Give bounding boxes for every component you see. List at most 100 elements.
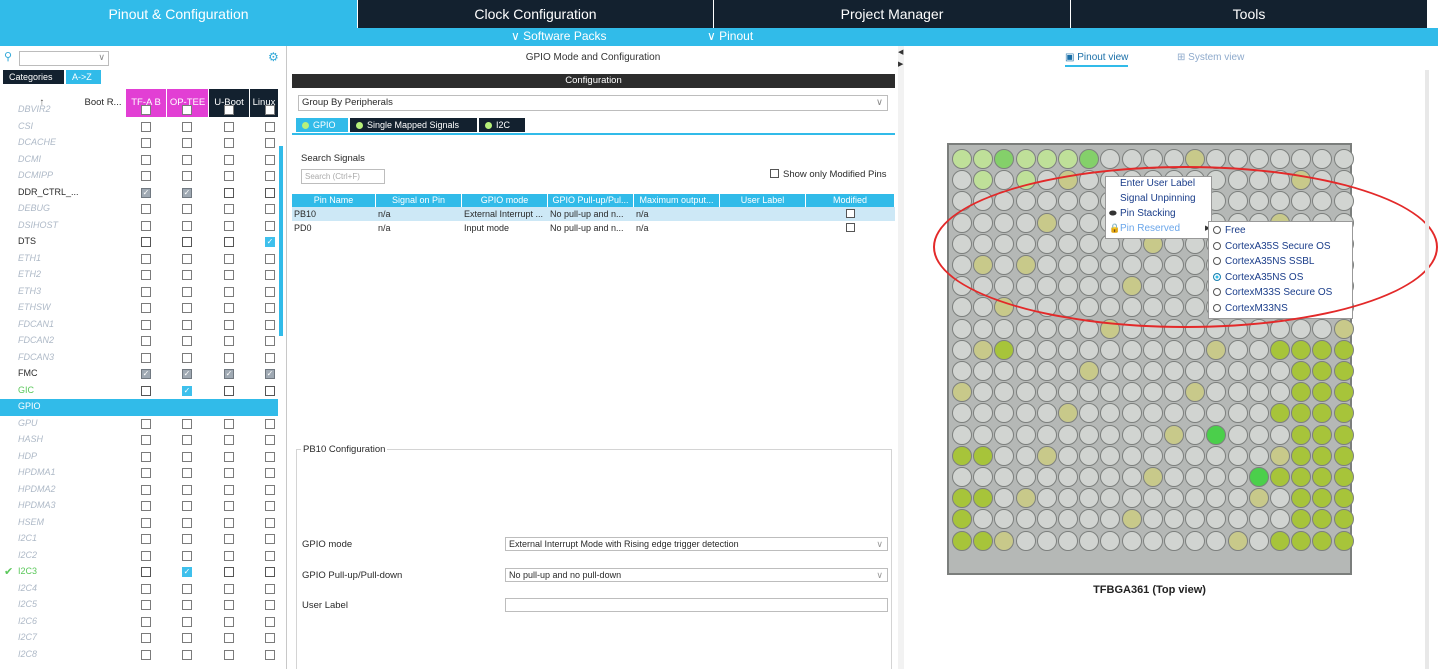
chip-pin[interactable] bbox=[1015, 424, 1036, 445]
context-checkbox[interactable] bbox=[141, 418, 151, 429]
chip-pin[interactable] bbox=[1142, 361, 1163, 381]
tab-pinout-view[interactable]: ▣ Pinout view bbox=[1065, 52, 1129, 67]
category-row[interactable]: ETH2 bbox=[0, 267, 278, 284]
category-row[interactable]: I2C1 bbox=[0, 531, 278, 548]
chip-pin[interactable] bbox=[994, 488, 1015, 509]
category-row[interactable]: HPDMA2 bbox=[0, 482, 278, 499]
context-checkbox[interactable] bbox=[265, 154, 275, 165]
chip-pin[interactable] bbox=[1036, 339, 1057, 360]
context-checkbox[interactable] bbox=[265, 220, 275, 231]
chip-pin[interactable] bbox=[1079, 339, 1100, 360]
context-checkbox[interactable] bbox=[224, 633, 234, 643]
chip-pin[interactable] bbox=[1291, 403, 1312, 424]
category-row[interactable]: FDCAN1 bbox=[0, 317, 278, 334]
pin-table-header-cell[interactable]: User Label bbox=[720, 194, 806, 207]
chip-pin[interactable] bbox=[1333, 509, 1354, 530]
context-checkbox[interactable] bbox=[182, 121, 192, 132]
chip-pin[interactable] bbox=[1036, 445, 1057, 466]
chip-pin[interactable] bbox=[1121, 445, 1142, 466]
chip-pin[interactable] bbox=[1100, 382, 1121, 403]
pin-table-header-cell[interactable]: Maximum output... bbox=[634, 194, 720, 207]
context-checkbox[interactable] bbox=[224, 567, 234, 577]
chip-pin[interactable] bbox=[1142, 424, 1163, 445]
context-checkbox[interactable] bbox=[224, 171, 234, 181]
category-row[interactable]: CSI bbox=[0, 119, 278, 136]
context-checkbox[interactable] bbox=[265, 550, 275, 561]
chip-pin[interactable] bbox=[952, 339, 972, 360]
category-row[interactable]: I2C6 bbox=[0, 614, 278, 631]
chip-pin[interactable] bbox=[1291, 318, 1312, 339]
context-checkbox[interactable] bbox=[182, 253, 192, 264]
software-packs-menu[interactable]: ∨ Software Packs bbox=[511, 29, 607, 43]
chip-pin[interactable] bbox=[1058, 318, 1078, 339]
context-checkbox[interactable] bbox=[224, 352, 234, 363]
chip-pin[interactable] bbox=[1058, 467, 1078, 487]
category-row[interactable]: DBVIR2 bbox=[0, 102, 278, 119]
chip-pin[interactable] bbox=[1270, 361, 1290, 381]
context-checkbox[interactable] bbox=[141, 517, 151, 528]
chip-pin[interactable] bbox=[1185, 445, 1206, 466]
context-checkbox[interactable] bbox=[141, 303, 151, 313]
chip-pin[interactable] bbox=[1142, 445, 1163, 466]
category-row[interactable]: I2C4 bbox=[0, 581, 278, 598]
chip-pin[interactable] bbox=[994, 149, 1015, 169]
chip-pin[interactable] bbox=[973, 170, 994, 191]
chip-pin[interactable] bbox=[1270, 424, 1290, 445]
category-row[interactable]: ETH3 bbox=[0, 284, 278, 301]
category-search-select[interactable]: ∨ bbox=[19, 51, 109, 66]
chip-pin[interactable] bbox=[1270, 488, 1290, 509]
chip-pin[interactable] bbox=[1248, 467, 1269, 487]
context-checkbox[interactable] bbox=[224, 303, 234, 313]
chip-pin[interactable] bbox=[952, 488, 972, 509]
context-checkbox[interactable] bbox=[182, 270, 192, 280]
chip-pin[interactable] bbox=[1142, 339, 1163, 360]
chip-pin[interactable] bbox=[1333, 361, 1354, 381]
context-checkbox[interactable] bbox=[224, 600, 234, 610]
context-checkbox[interactable]: ✓ bbox=[265, 369, 275, 379]
chip-pin[interactable] bbox=[952, 424, 972, 445]
chip-pin[interactable] bbox=[1100, 445, 1121, 466]
context-checkbox[interactable] bbox=[265, 319, 275, 330]
gpio-mode-select[interactable]: External Interrupt Mode with Rising edge… bbox=[505, 537, 888, 551]
chip-pin[interactable] bbox=[1015, 403, 1036, 424]
chip-pin[interactable] bbox=[1164, 339, 1184, 360]
context-checkbox[interactable] bbox=[224, 286, 234, 297]
chip-pin[interactable] bbox=[1121, 488, 1142, 509]
context-checkbox[interactable] bbox=[224, 204, 234, 214]
chip-pin[interactable] bbox=[1079, 382, 1100, 403]
context-checkbox[interactable] bbox=[141, 138, 151, 148]
chip-pin[interactable] bbox=[973, 509, 994, 530]
pinout-menu[interactable]: ∨ Pinout bbox=[707, 29, 753, 43]
chip-pin[interactable] bbox=[1312, 424, 1333, 445]
category-row[interactable]: I2C8 bbox=[0, 647, 278, 664]
chip-pin[interactable] bbox=[1164, 467, 1184, 487]
chip-pin[interactable] bbox=[1079, 403, 1100, 424]
context-checkbox[interactable] bbox=[141, 171, 151, 181]
context-checkbox[interactable] bbox=[141, 550, 151, 561]
chip-pin[interactable] bbox=[1079, 445, 1100, 466]
category-row[interactable]: HPDMA3 bbox=[0, 498, 278, 515]
tab-categories[interactable]: Categories bbox=[3, 70, 64, 84]
context-checkbox[interactable] bbox=[141, 237, 151, 247]
chip-pin[interactable] bbox=[1142, 467, 1163, 487]
chip-pin[interactable] bbox=[1015, 509, 1036, 530]
chip-pin[interactable] bbox=[1142, 530, 1163, 551]
context-checkbox[interactable] bbox=[224, 517, 234, 528]
chip-pin[interactable] bbox=[1121, 361, 1142, 381]
chip-pin[interactable] bbox=[1015, 445, 1036, 466]
category-row[interactable]: DSIHOST bbox=[0, 218, 278, 235]
context-checkbox[interactable] bbox=[182, 501, 192, 511]
tab-clock-configuration[interactable]: Clock Configuration bbox=[358, 0, 713, 28]
chip-pin[interactable] bbox=[973, 339, 994, 360]
chip-pin[interactable] bbox=[1100, 488, 1121, 509]
chip-pin[interactable] bbox=[1206, 403, 1227, 424]
context-checkbox[interactable] bbox=[182, 418, 192, 429]
chip-pin[interactable] bbox=[973, 488, 994, 509]
chip-pin[interactable] bbox=[1036, 403, 1057, 424]
chip-pin[interactable] bbox=[1100, 530, 1121, 551]
context-checkbox[interactable] bbox=[265, 286, 275, 297]
context-checkbox[interactable] bbox=[265, 600, 275, 610]
context-checkbox[interactable] bbox=[141, 220, 151, 231]
context-checkbox[interactable] bbox=[265, 171, 275, 181]
context-checkbox[interactable] bbox=[224, 154, 234, 165]
